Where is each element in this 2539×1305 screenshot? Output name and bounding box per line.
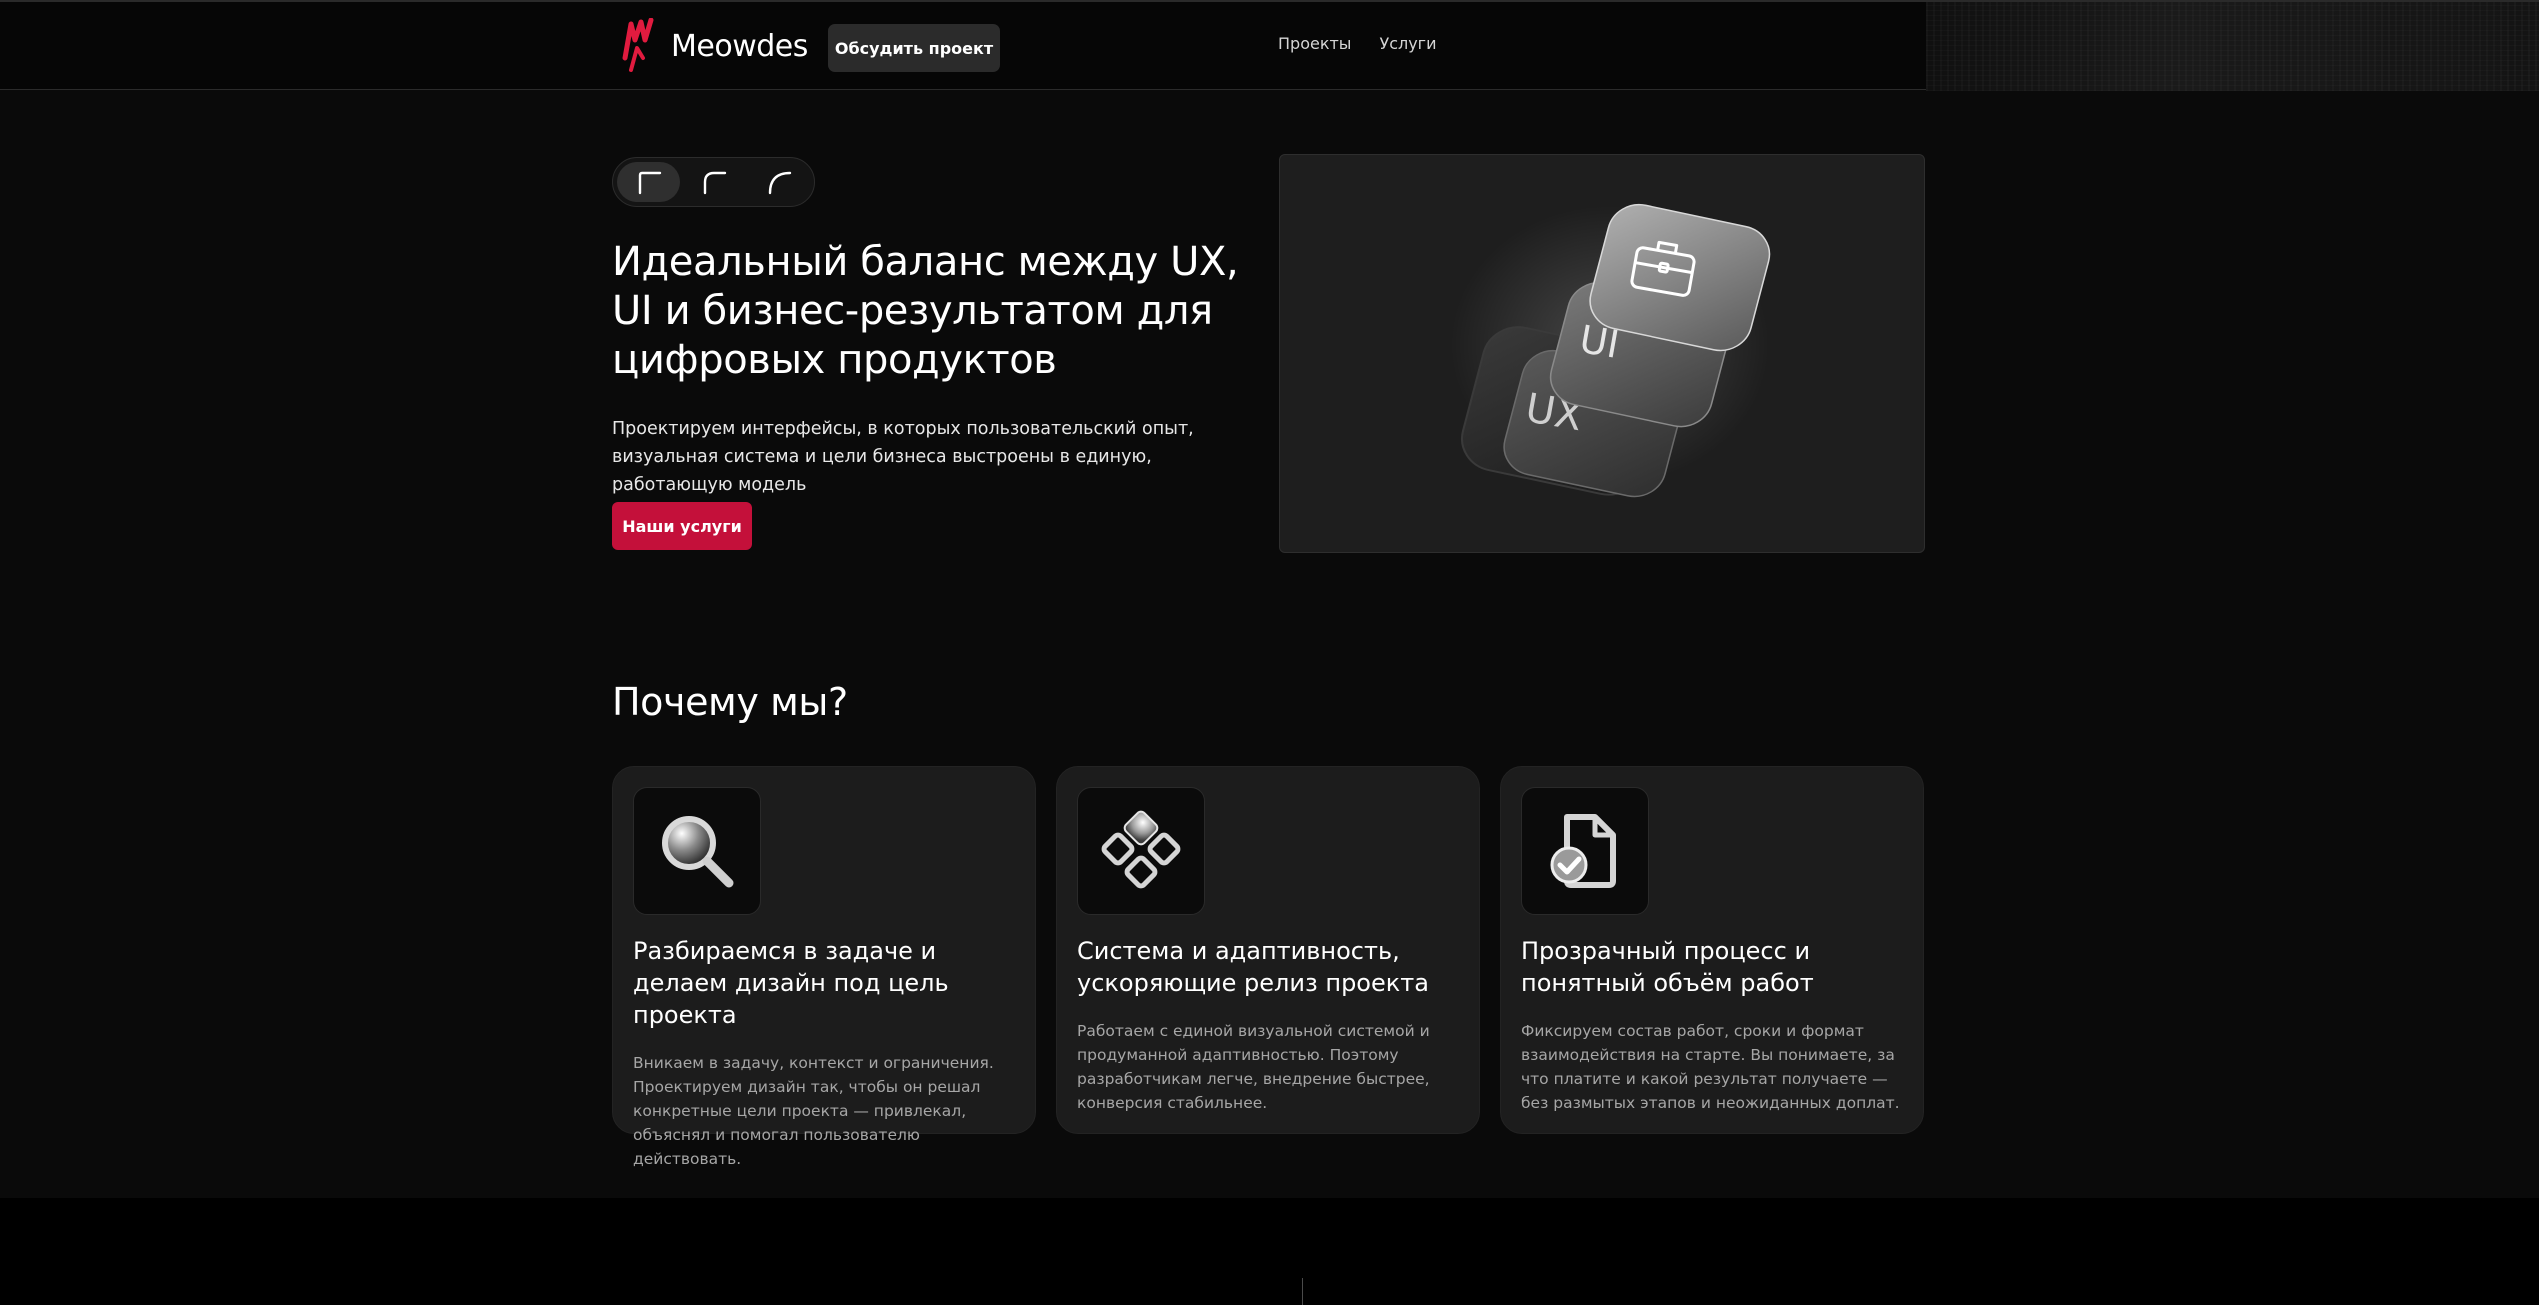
card-title: Прозрачный процесс и понятный объём рабо…: [1521, 937, 1814, 997]
divider: [1302, 1278, 1303, 1305]
magnifier-icon: [662, 816, 734, 888]
why-us-title: Почему мы?: [612, 680, 848, 724]
card-text: Вникаем в задачу, контекст и ограничения…: [633, 1054, 994, 1168]
card-text: Работаем с единой визуальной системой и …: [1077, 1022, 1430, 1112]
why-card: Прозрачный процесс и понятный объём рабо…: [1500, 766, 1924, 1134]
site-header: Meowdes Обсудить проект Проекты Услуги: [0, 0, 2539, 91]
corner-round-option[interactable]: [747, 162, 810, 202]
card-title: Разбираемся в задаче и делаем дизайн под…: [633, 937, 949, 1029]
corner-medium-option[interactable]: [682, 162, 745, 202]
footer-zone: [0, 1198, 2539, 1305]
logo-mark-icon: [622, 18, 654, 72]
why-card: Система и адаптивность, ускоряющие релиз…: [1056, 766, 1480, 1134]
card-icon-frame: [1521, 787, 1649, 915]
header-texture: [1926, 2, 2539, 91]
hero-illustration: UX UI: [1279, 154, 1925, 553]
logo-text: Meowdes: [671, 28, 808, 64]
corner-sharp-icon: [638, 171, 661, 195]
hero-subtitle: Проектируем интерфейсы, в которых пользо…: [612, 419, 1194, 495]
discuss-project-button[interactable]: Обсудить проект: [828, 24, 1000, 72]
hero-title: Идеальный баланс между UX, UI и бизнес-р…: [612, 239, 1239, 383]
why-card: Разбираемся в задаче и делаем дизайн под…: [612, 766, 1036, 1168]
corner-sharp-option[interactable]: [617, 162, 680, 202]
our-services-button[interactable]: Наши услуги: [612, 502, 752, 550]
nav-item-projects[interactable]: Проекты: [1278, 34, 1351, 53]
card-icon-frame: [1077, 787, 1205, 915]
main-nav: Проекты Услуги: [1278, 34, 1436, 53]
document-check-icon: [1550, 814, 1616, 888]
card-text: Фиксируем состав работ, сроки и формат в…: [1521, 1022, 1900, 1112]
corner-round-icon: [768, 171, 791, 195]
logo[interactable]: Meowdes: [621, 18, 808, 74]
nav-item-services[interactable]: Услуги: [1379, 34, 1436, 53]
corner-radius-toggle: [612, 157, 815, 207]
card-title: Система и адаптивность, ускоряющие релиз…: [1077, 937, 1429, 997]
component-icon: [1101, 810, 1181, 889]
card-icon-frame: [633, 787, 761, 915]
corner-medium-icon: [703, 171, 726, 195]
why-us-cards: Разбираемся в задаче и делаем дизайн под…: [612, 766, 1925, 1168]
